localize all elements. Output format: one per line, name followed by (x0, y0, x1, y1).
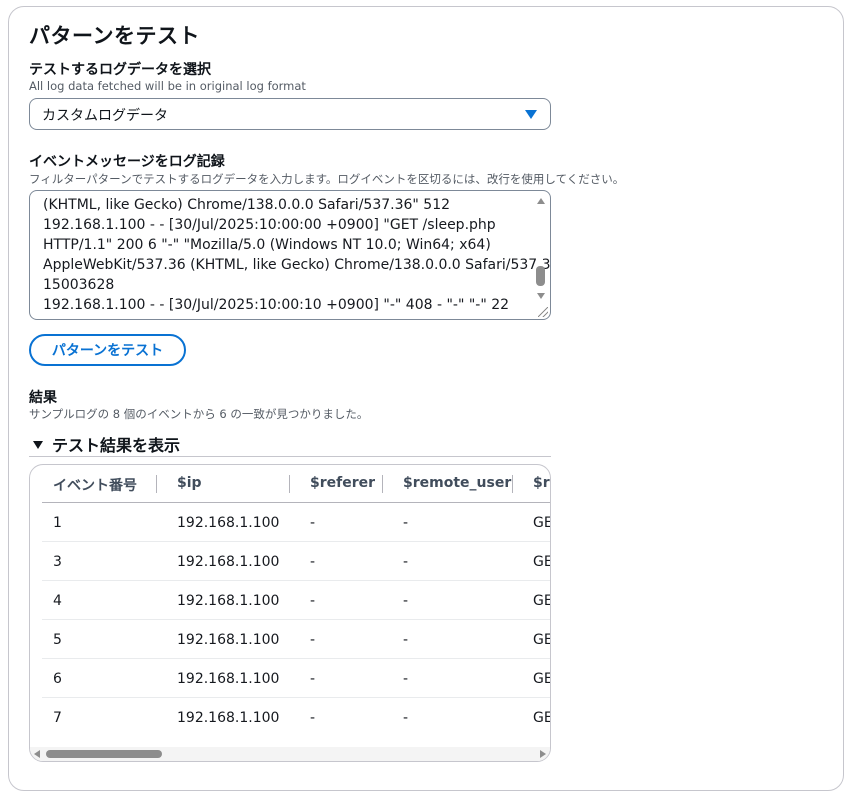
cell-remote-user: - (403, 593, 409, 609)
cell-event-number: 3 (53, 554, 62, 570)
table-row: 5 192.168.1.100 - - GE (42, 619, 551, 658)
column-header-request[interactable]: $re (533, 475, 550, 491)
cell-request: GE (533, 515, 551, 531)
results-summary: サンプルログの 8 個のイベントから 6 の一致が見つかりました。 (29, 407, 369, 421)
log-source-select[interactable]: カスタムログデータ (29, 98, 551, 130)
table-header: イベント番号 $ip $referer $remote_user $re (30, 465, 550, 503)
column-header-referer[interactable]: $referer (310, 475, 375, 491)
log-events-text: (KHTML, like Gecko) Chrome/138.0.0.0 Saf… (43, 195, 551, 315)
cell-ip: 192.168.1.100 (177, 632, 280, 648)
cell-event-number: 1 (53, 515, 62, 531)
log-line: AppleWebKit/537.36 (KHTML, like Gecko) C… (43, 257, 551, 273)
cell-referer: - (310, 515, 316, 531)
cell-referer: - (310, 554, 316, 570)
cell-referer: - (310, 671, 316, 687)
resize-grip-icon[interactable] (538, 307, 548, 317)
show-test-results-toggle[interactable]: テスト結果を表示 (33, 432, 180, 456)
results-table: イベント番号 $ip $referer $remote_user $re 1 1… (29, 464, 551, 762)
log-source-label: テストするログデータを選択 (29, 62, 211, 78)
vertical-scrollbar[interactable] (534, 193, 548, 305)
cell-request: GE (533, 554, 551, 570)
divider (29, 456, 551, 457)
results-label: 結果 (29, 390, 57, 406)
cell-event-number: 6 (53, 671, 62, 687)
log-events-label: イベントメッセージをログ記録 (29, 154, 225, 170)
cell-remote-user: - (403, 710, 409, 726)
scrollbar-thumb[interactable] (46, 750, 162, 758)
table-row: 7 192.168.1.100 - - GE (42, 697, 551, 736)
log-line: 192.168.1.100 - - [30/Jul/2025:10:00:00 … (43, 217, 496, 233)
cell-event-number: 5 (53, 632, 62, 648)
column-divider[interactable] (382, 475, 383, 493)
cell-ip: 192.168.1.100 (177, 671, 280, 687)
column-header-remote-user[interactable]: $remote_user (403, 475, 511, 491)
cell-ip: 192.168.1.100 (177, 710, 280, 726)
scroll-up-arrow-icon[interactable] (537, 198, 545, 204)
test-pattern-button[interactable]: パターンをテスト (29, 334, 186, 366)
log-line: 15003628 (43, 277, 115, 293)
cell-ip: 192.168.1.100 (177, 515, 280, 531)
cell-ip: 192.168.1.100 (177, 554, 280, 570)
cell-referer: - (310, 632, 316, 648)
cell-request: GE (533, 632, 551, 648)
cell-remote-user: - (403, 671, 409, 687)
log-events-description: フィルターパターンでテストするログデータを入力します。ログイベントを区切るには、… (29, 172, 625, 186)
log-events-textarea[interactable]: (KHTML, like Gecko) Chrome/138.0.0.0 Saf… (29, 190, 551, 320)
cell-remote-user: - (403, 515, 409, 531)
cell-request: GE (533, 671, 551, 687)
expander-label: テスト結果を表示 (52, 436, 181, 455)
cell-event-number: 4 (53, 593, 62, 609)
column-divider[interactable] (512, 475, 513, 493)
page-title: パターンをテスト (29, 24, 200, 48)
column-divider[interactable] (156, 475, 157, 493)
column-divider[interactable] (289, 475, 290, 493)
caret-down-icon (525, 110, 537, 119)
column-header-ip[interactable]: $ip (177, 475, 202, 491)
cell-event-number: 7 (53, 710, 62, 726)
scroll-left-arrow-icon[interactable] (34, 750, 40, 758)
table-row: 1 192.168.1.100 - - GE (42, 502, 551, 541)
cell-ip: 192.168.1.100 (177, 593, 280, 609)
log-line: (KHTML, like Gecko) Chrome/138.0.0.0 Saf… (43, 197, 451, 213)
caret-down-icon (33, 441, 43, 449)
cell-remote-user: - (403, 554, 409, 570)
scroll-down-arrow-icon[interactable] (537, 293, 545, 299)
cell-referer: - (310, 593, 316, 609)
log-line: 192.168.1.100 - - [30/Jul/2025:10:00:10 … (43, 297, 510, 313)
scrollbar-thumb[interactable] (536, 266, 545, 286)
log-line: HTTP/1.1" 200 6 "-" "Mozilla/5.0 (Window… (43, 237, 491, 253)
cell-request: GE (533, 710, 551, 726)
column-header-event-number[interactable]: イベント番号 (53, 475, 137, 495)
table-row: 4 192.168.1.100 - - GE (42, 580, 551, 619)
log-source-description: All log data fetched will be in original… (29, 79, 306, 93)
cell-request: GE (533, 593, 551, 609)
table-row: 3 192.168.1.100 - - GE (42, 541, 551, 580)
cell-remote-user: - (403, 632, 409, 648)
log-source-selected-value: カスタムログデータ (42, 108, 168, 124)
table-row: 6 192.168.1.100 - - GE (42, 658, 551, 697)
cell-referer: - (310, 710, 316, 726)
scroll-right-arrow-icon[interactable] (540, 750, 546, 758)
horizontal-scrollbar[interactable] (30, 747, 550, 761)
